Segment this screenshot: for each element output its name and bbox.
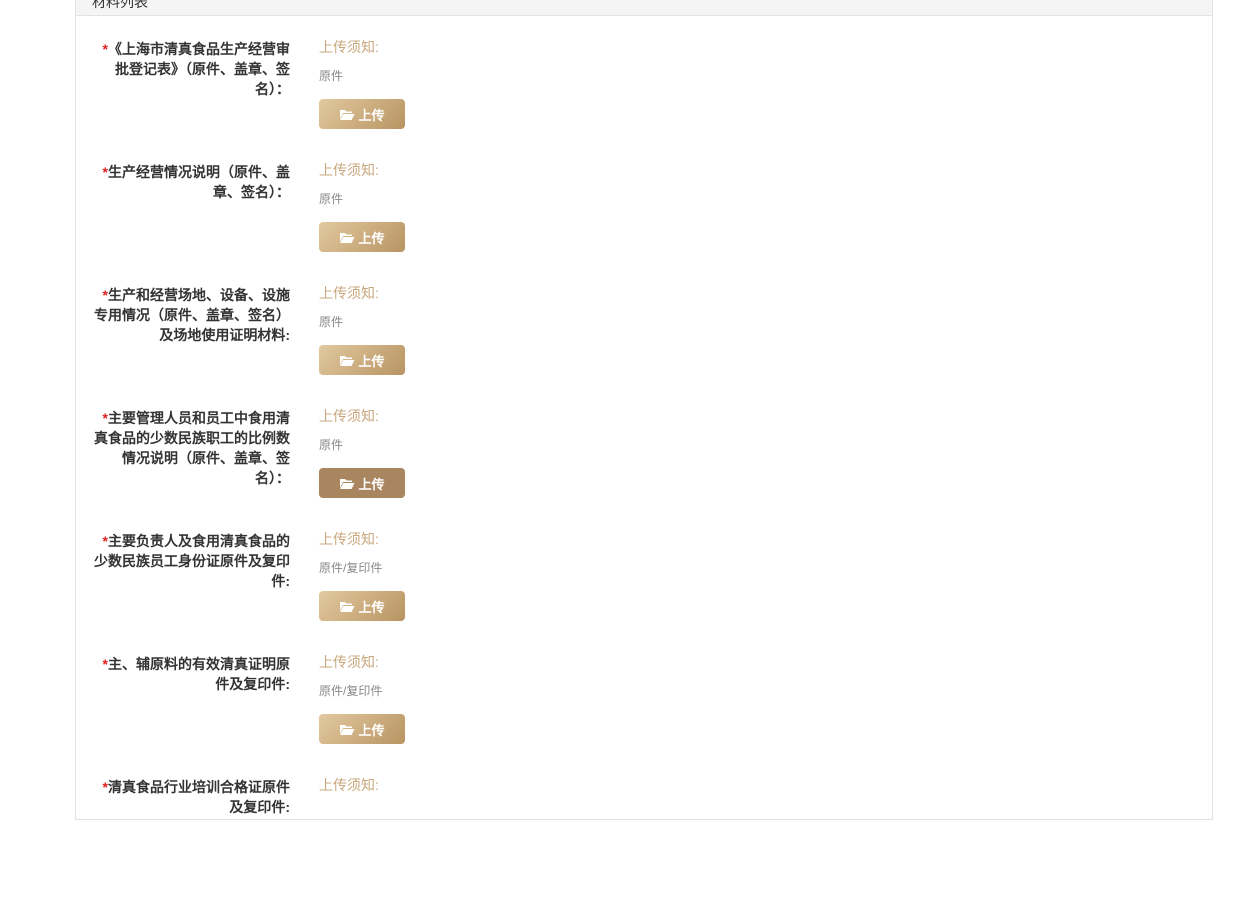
upload-notice-text: 原件 [319, 315, 344, 329]
material-label-text: 清真食品行业培训合格证原件及复印件: [108, 779, 290, 815]
upload-button[interactable]: 上传 [319, 591, 405, 621]
chevron-up-icon[interactable] [1182, 0, 1194, 1]
upload-button[interactable]: 上传 [319, 345, 405, 375]
upload-button-label: 上传 [358, 476, 385, 492]
upload-notice-title: 上传须知: [319, 162, 379, 178]
panel-title: 材料列表 [92, 0, 148, 10]
list-item: *主要负责人及食用清真食品的少数民族员工身份证原件及复印件: 上传须知: 原件/… [76, 529, 1212, 652]
material-label-text: 生产经营情况说明（原件、盖章、签名）： [108, 164, 290, 200]
material-label: *主要负责人及食用清真食品的少数民族员工身份证原件及复印件: [92, 531, 290, 591]
upload-notice-title: 上传须知: [319, 654, 379, 670]
upload-button[interactable]: 上传 [319, 714, 405, 744]
upload-notice-title: 上传须知: [319, 39, 379, 55]
list-item: *生产经营情况说明（原件、盖章、签名）： 上传须知: 原件 上传 [76, 160, 1212, 283]
upload-notice-title: 上传须知: [319, 285, 379, 301]
list-item: *主、辅原料的有效清真证明原件及复印件: 上传须知: 原件/复印件 上传 [76, 652, 1212, 775]
folder-open-icon [340, 724, 355, 735]
list-item: *生产和经营场地、设备、设施专用情况（原件、盖章、签名）及场地使用证明材料: 上… [76, 283, 1212, 406]
material-label-text: 主要管理人员和员工中食用清真食品的少数民族职工的比例数情况说明（原件、盖章、签名… [94, 410, 290, 486]
upload-notice-text: 原件 [319, 438, 344, 452]
panel-header[interactable]: 材料列表 [76, 0, 1212, 16]
material-label-text: 《上海市清真食品生产经营审批登记表》（原件、盖章、签名）： [108, 41, 290, 97]
material-label: *生产和经营场地、设备、设施专用情况（原件、盖章、签名）及场地使用证明材料: [92, 285, 290, 345]
material-label-text: 生产和经营场地、设备、设施专用情况（原件、盖章、签名）及场地使用证明材料: [94, 287, 290, 343]
upload-notice-text: 原件 [319, 192, 344, 206]
upload-notice-title: 上传须知: [319, 777, 379, 793]
folder-open-icon [340, 232, 355, 243]
materials-panel: 材料列表 *《上海市清真食品生产经营审批登记表》（原件、盖章、签名）： 上传须知… [75, 0, 1213, 820]
upload-button-label: 上传 [358, 722, 385, 738]
material-label: *《上海市清真食品生产经营审批登记表》（原件、盖章、签名）： [92, 39, 290, 99]
list-item: *主要管理人员和员工中食用清真食品的少数民族职工的比例数情况说明（原件、盖章、签… [76, 406, 1212, 529]
upload-button-label: 上传 [358, 107, 385, 123]
material-label-text: 主、辅原料的有效清真证明原件及复印件: [108, 656, 290, 692]
material-label: *主要管理人员和员工中食用清真食品的少数民族职工的比例数情况说明（原件、盖章、签… [92, 408, 290, 488]
material-label: *生产经营情况说明（原件、盖章、签名）： [92, 162, 290, 202]
folder-open-icon [340, 478, 355, 489]
material-label-text: 主要负责人及食用清真食品的少数民族员工身份证原件及复印件: [94, 533, 290, 589]
upload-button-label: 上传 [358, 230, 385, 246]
folder-open-icon [340, 109, 355, 120]
upload-button-label: 上传 [358, 599, 385, 615]
upload-button-label: 上传 [358, 353, 385, 369]
folder-open-icon [340, 601, 355, 612]
material-label: *主、辅原料的有效清真证明原件及复印件: [92, 654, 290, 694]
folder-open-icon [340, 355, 355, 366]
upload-notice-title: 上传须知: [319, 408, 379, 424]
list-item: *清真食品行业培训合格证原件及复印件: 上传须知: [76, 775, 1212, 898]
upload-notice-text: 原件/复印件 [319, 561, 383, 575]
upload-notice-text: 原件 [319, 69, 344, 83]
upload-button[interactable]: 上传 [319, 99, 405, 129]
upload-notice-text: 原件/复印件 [319, 684, 383, 698]
upload-button[interactable]: 上传 [319, 222, 405, 252]
list-item: *《上海市清真食品生产经营审批登记表》（原件、盖章、签名）： 上传须知: 原件 … [76, 37, 1212, 160]
upload-notice-title: 上传须知: [319, 531, 379, 547]
material-label: *清真食品行业培训合格证原件及复印件: [92, 777, 290, 817]
upload-button[interactable]: 上传 [319, 468, 405, 498]
materials-list: *《上海市清真食品生产经营审批登记表》（原件、盖章、签名）： 上传须知: 原件 … [76, 37, 1212, 898]
